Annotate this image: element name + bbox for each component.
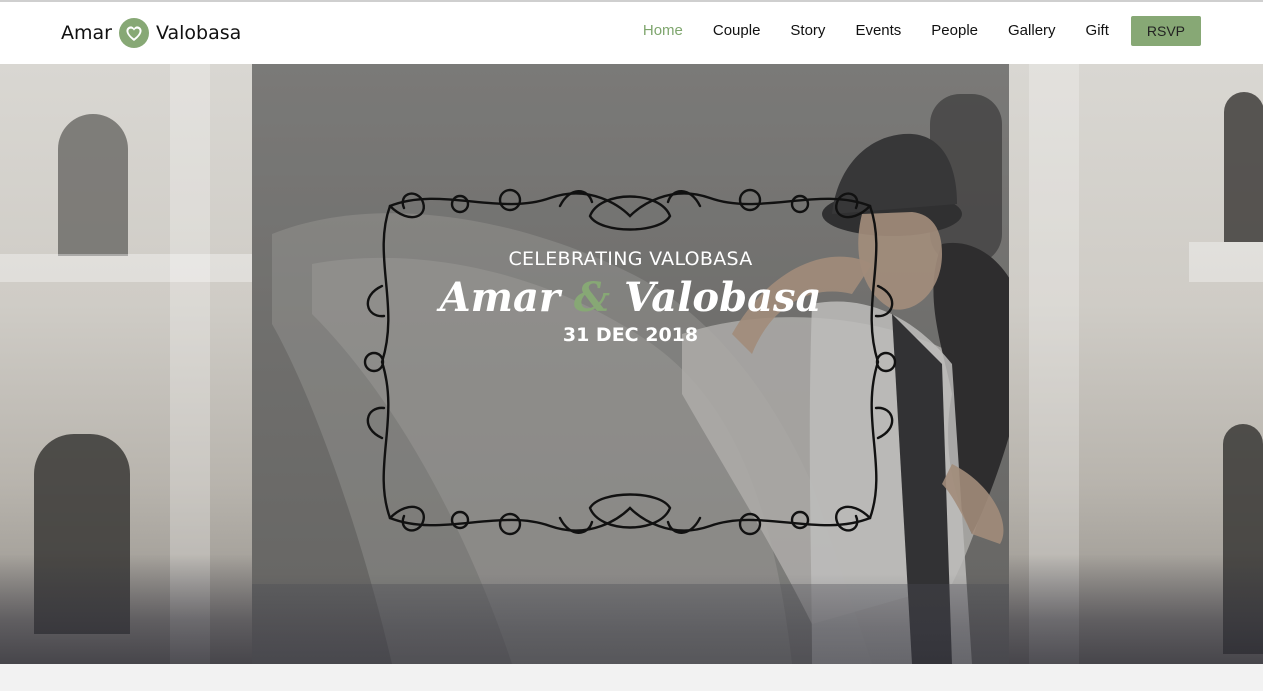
main-nav: Home Couple Story Events People Gallery … [613,16,1201,46]
window-arch-image [1224,92,1263,242]
hero-date: 31 DEC 2018 [562,324,699,346]
nav-gift[interactable]: Gift [1086,16,1109,46]
nav-couple[interactable]: Couple [713,16,761,46]
page-bottom-strip [0,664,1263,691]
hero-name-second: Valobasa [623,274,822,321]
hero-background-right [1009,64,1263,664]
site-header: Amar Valobasa Home Couple Story Events P… [0,2,1263,64]
nav-home[interactable]: Home [643,16,683,46]
hero-name-first: Amar [439,274,560,321]
hero-banner [0,64,1263,664]
heart-icon [118,17,150,49]
hero-ampersand: & [573,274,610,321]
crowd-image [0,554,252,664]
nav-people[interactable]: People [931,16,978,46]
hero-couple-names: Amar & Valobasa [252,272,1009,324]
rsvp-button[interactable]: RSVP [1130,16,1201,46]
balcony-image [0,254,252,282]
hero-background-left [0,64,252,664]
nav-events[interactable]: Events [855,16,901,46]
hero-eyebrow: CELEBRATING VALOBASA [508,248,753,270]
crowd-image [252,574,1009,664]
brand-second-word: Valobasa [155,22,242,44]
brand-first-word: Amar [61,22,112,44]
ornamental-frame-icon [363,188,897,536]
hero-text-block: CELEBRATING VALOBASA Amar & Valobasa 31 … [252,244,1009,346]
nav-gallery[interactable]: Gallery [1008,16,1056,46]
brand-logo[interactable]: Amar Valobasa [61,16,241,50]
nav-story[interactable]: Story [790,16,825,46]
window-arch-image [58,114,128,256]
crowd-image [1009,554,1263,664]
balcony-image [1189,242,1263,282]
